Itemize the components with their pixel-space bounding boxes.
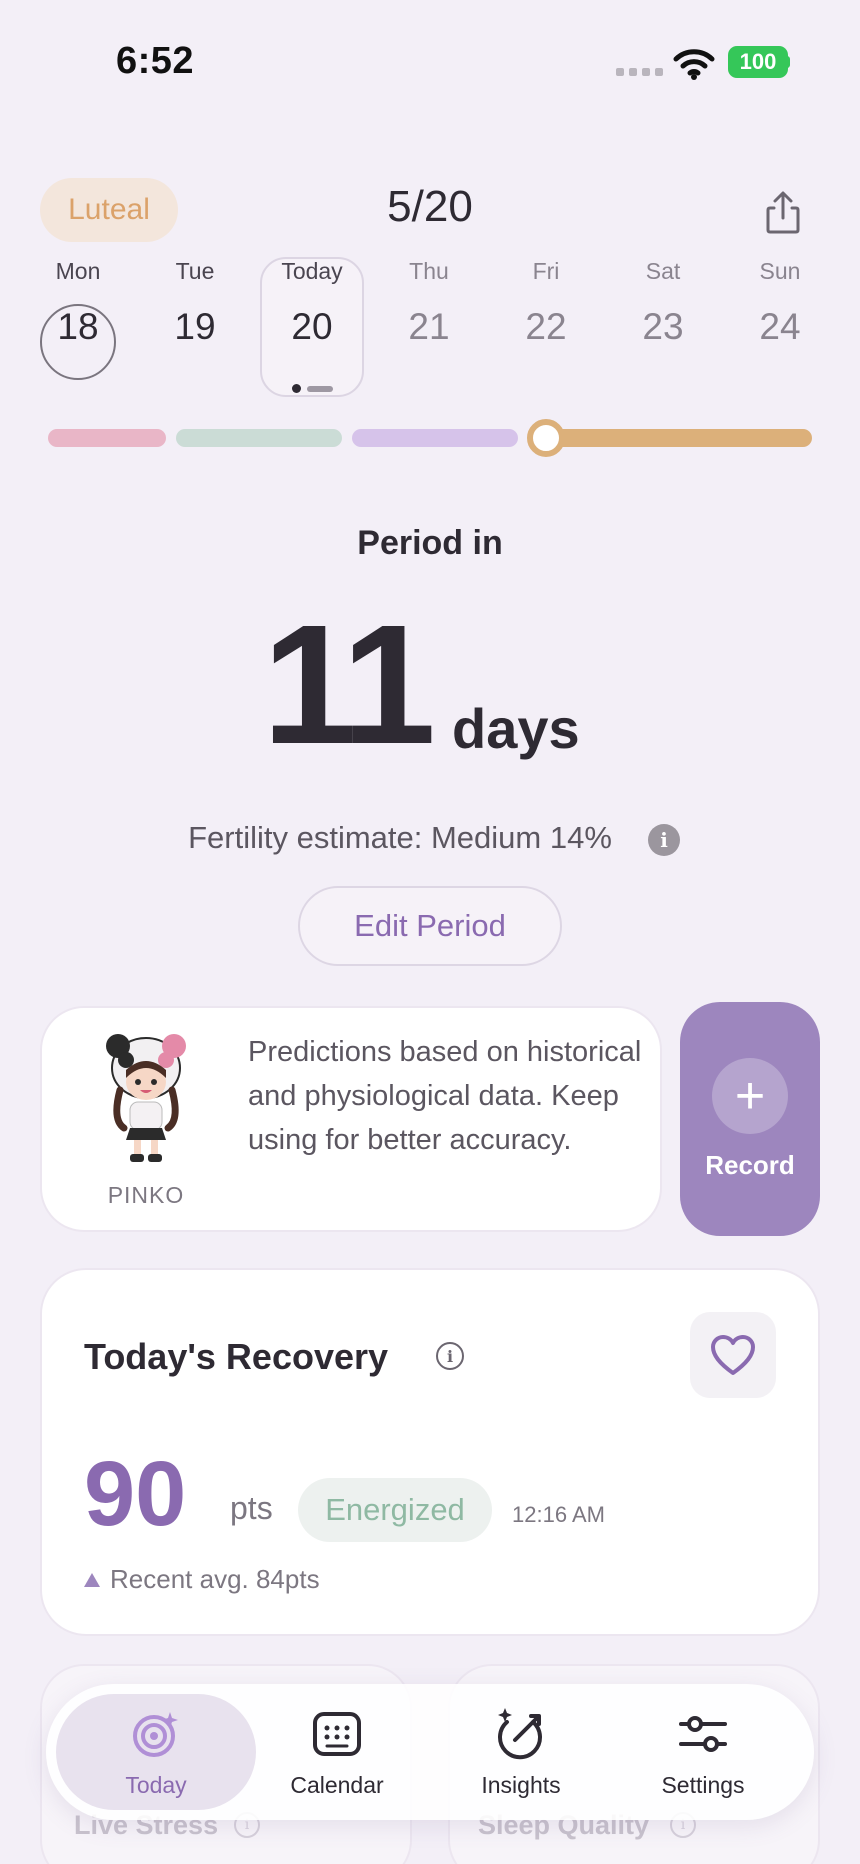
status-time: 6:52 [116, 40, 195, 82]
settings-icon [679, 1716, 727, 1752]
day-number: 22 [525, 306, 567, 347]
day-number: 21 [408, 306, 450, 347]
tab-label: Insights [481, 1772, 561, 1798]
plus-icon: + [712, 1058, 788, 1134]
day-name: Fri [532, 258, 560, 284]
period-countdown-value: 11 [262, 590, 436, 780]
trend-up-icon [84, 1572, 100, 1587]
recovery-recent-average: Recent avg. 84pts [84, 1564, 320, 1595]
share-icon[interactable] [758, 188, 808, 238]
calendar-icon [313, 1712, 361, 1756]
day-number: 20 [291, 306, 333, 347]
day-fri[interactable]: Fri 22 [494, 258, 598, 348]
cycle-segment-follicular [176, 429, 342, 447]
day-mon[interactable]: Mon 18 [26, 258, 130, 348]
recovery-unit: pts [230, 1490, 273, 1526]
tab-calendar[interactable]: Calendar [252, 1706, 422, 1799]
fertility-estimate: Fertility estimate: Medium 14% [188, 820, 612, 855]
today-indicator-dots [292, 384, 333, 393]
cycle-segment-menstrual [48, 429, 166, 447]
insights-icon [498, 1708, 542, 1760]
day-thu[interactable]: Thu 21 [377, 258, 481, 348]
recovery-status-badge: Energized [298, 1478, 492, 1542]
recovery-score: 90 [84, 1443, 187, 1545]
tab-insights[interactable]: Insights [436, 1706, 606, 1799]
period-countdown-unit: days [452, 697, 580, 760]
mascot-name: PINKO [107, 1182, 185, 1208]
cycle-segment-ovulation [352, 429, 518, 447]
mascot-illustration [106, 1034, 186, 1162]
day-number: 24 [759, 306, 801, 347]
day-name: Sat [645, 258, 681, 284]
record-label: Record [705, 1150, 795, 1180]
day-sun[interactable]: Sun 24 [728, 258, 832, 348]
selected-date-title: 5/20 [387, 182, 473, 231]
day-tue[interactable]: Tue 19 [143, 258, 247, 348]
tab-today[interactable]: Today [71, 1706, 241, 1799]
recent-average-text: Recent avg. 84pts [110, 1564, 320, 1594]
recovery-time: 12:16 AM [512, 1502, 605, 1527]
heart-button[interactable] [690, 1312, 776, 1398]
edit-period-button[interactable]: Edit Period [298, 886, 562, 966]
info-icon[interactable]: i [648, 824, 680, 856]
day-name: Sun [759, 258, 801, 284]
tab-label: Settings [661, 1772, 745, 1798]
tab-label: Calendar [290, 1772, 384, 1798]
info-icon[interactable]: i [436, 1342, 464, 1370]
tab-label: Today [125, 1772, 187, 1798]
cycle-position-handle[interactable] [527, 419, 565, 457]
period-countdown-label: Period in [357, 524, 503, 562]
today-icon [133, 1712, 178, 1757]
recovery-title: Today's Recovery [84, 1336, 389, 1377]
day-number: 23 [642, 306, 684, 347]
cellular-signal-icon [616, 68, 663, 76]
wifi-icon [673, 49, 715, 80]
battery-tip [786, 56, 790, 68]
day-name: Thu [409, 258, 449, 284]
prediction-text: Predictions based on historical and phys… [248, 1036, 642, 1156]
day-name: Mon [55, 258, 101, 284]
day-name: Today [281, 258, 343, 284]
day-name: Tue [175, 258, 215, 284]
tab-settings[interactable]: Settings [618, 1706, 788, 1799]
cycle-segment-luteal [528, 429, 812, 447]
day-number: 19 [174, 306, 216, 347]
day-number: 18 [57, 306, 99, 347]
day-sat[interactable]: Sat 23 [611, 258, 715, 348]
heart-icon [711, 1335, 755, 1375]
cycle-phase-badge[interactable]: Luteal [40, 178, 178, 242]
day-today[interactable]: Today 20 [260, 258, 364, 348]
battery-indicator: 100 [728, 46, 788, 78]
